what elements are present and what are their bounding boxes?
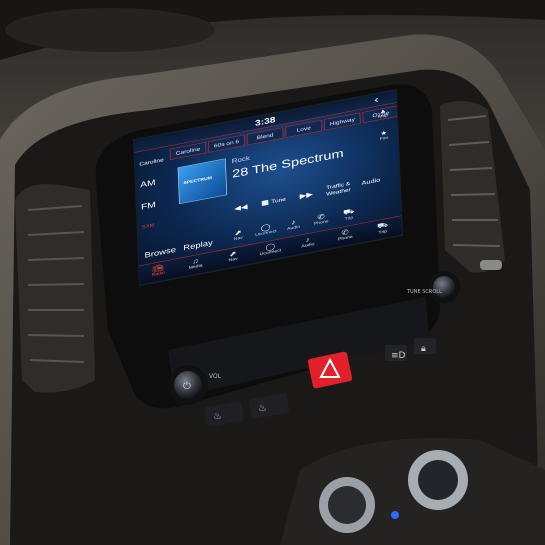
seek-back-button[interactable]: ◀◀ <box>228 201 255 214</box>
tune-controls: ◀◀ ▦ Tune ▶▶ <box>228 189 320 214</box>
trip-shortcut-button[interactable]: ⛟ Trip <box>335 205 363 223</box>
dashboard-photo: ≡D 🔒︎ ♨︎ ♨︎ ⏻ VOL TUNE SCROLL 3:38 ‹ Car… <box>0 0 545 545</box>
tune-label: Tune <box>271 196 286 205</box>
climate-indicator-led <box>391 511 399 519</box>
phone-shortcut-button[interactable]: ✆ Phone <box>307 210 335 228</box>
album-art: SPECTRUM <box>177 158 228 205</box>
dash-vent-top <box>5 8 215 52</box>
vol-label: VOL <box>209 373 222 380</box>
power-icon: ⏻ <box>183 381 191 392</box>
dashboard-illustration: ≡D 🔒︎ ♨︎ ♨︎ ⏻ VOL TUNE SCROLL <box>0 0 545 545</box>
genre-label: Rock <box>231 154 251 166</box>
audio-button[interactable]: Audio <box>361 177 380 187</box>
fog-light-icon: ≡D <box>391 351 406 361</box>
nav-shortcut-button[interactable]: ⬈ Nav <box>224 226 252 244</box>
traffic-weather-button[interactable]: Traffic & Weather <box>319 179 357 198</box>
seek-forward-button[interactable]: ▶▶ <box>293 189 320 202</box>
tune-scroll-label: TUNE SCROLL <box>406 289 442 295</box>
uconnect-shortcut-button[interactable]: ◯ Uconnect <box>252 221 280 239</box>
browse-button[interactable]: Browse <box>144 245 176 259</box>
side-right-controls: ▲ Map ★ Fav <box>372 106 396 155</box>
map-label: Map <box>378 113 389 120</box>
right-vent-handle[interactable] <box>480 260 502 270</box>
station-name: 28 The Spectrum <box>231 147 344 181</box>
back-button[interactable]: ‹ <box>374 94 379 106</box>
lock-icon: 🔒︎ <box>421 344 426 354</box>
seat-heat-right-icon: ♨︎ <box>258 403 267 414</box>
replay-button[interactable]: Replay <box>183 238 213 252</box>
audio-shortcut-button[interactable]: ♪ Audio <box>279 216 307 234</box>
album-art-text: SPECTRUM <box>183 176 213 186</box>
climate-knob-right[interactable] <box>418 460 458 500</box>
seat-heat-left-icon: ♨︎ <box>213 411 222 422</box>
band-selector: Caroline AM FM SXM <box>139 155 174 236</box>
climate-knob-left[interactable] <box>328 486 366 524</box>
tune-button[interactable]: ▦ Tune <box>254 194 294 209</box>
fav-button[interactable]: ★ Fav <box>373 128 396 154</box>
tune-icon: ▦ <box>261 198 272 207</box>
fav-label: Fav <box>379 135 389 142</box>
